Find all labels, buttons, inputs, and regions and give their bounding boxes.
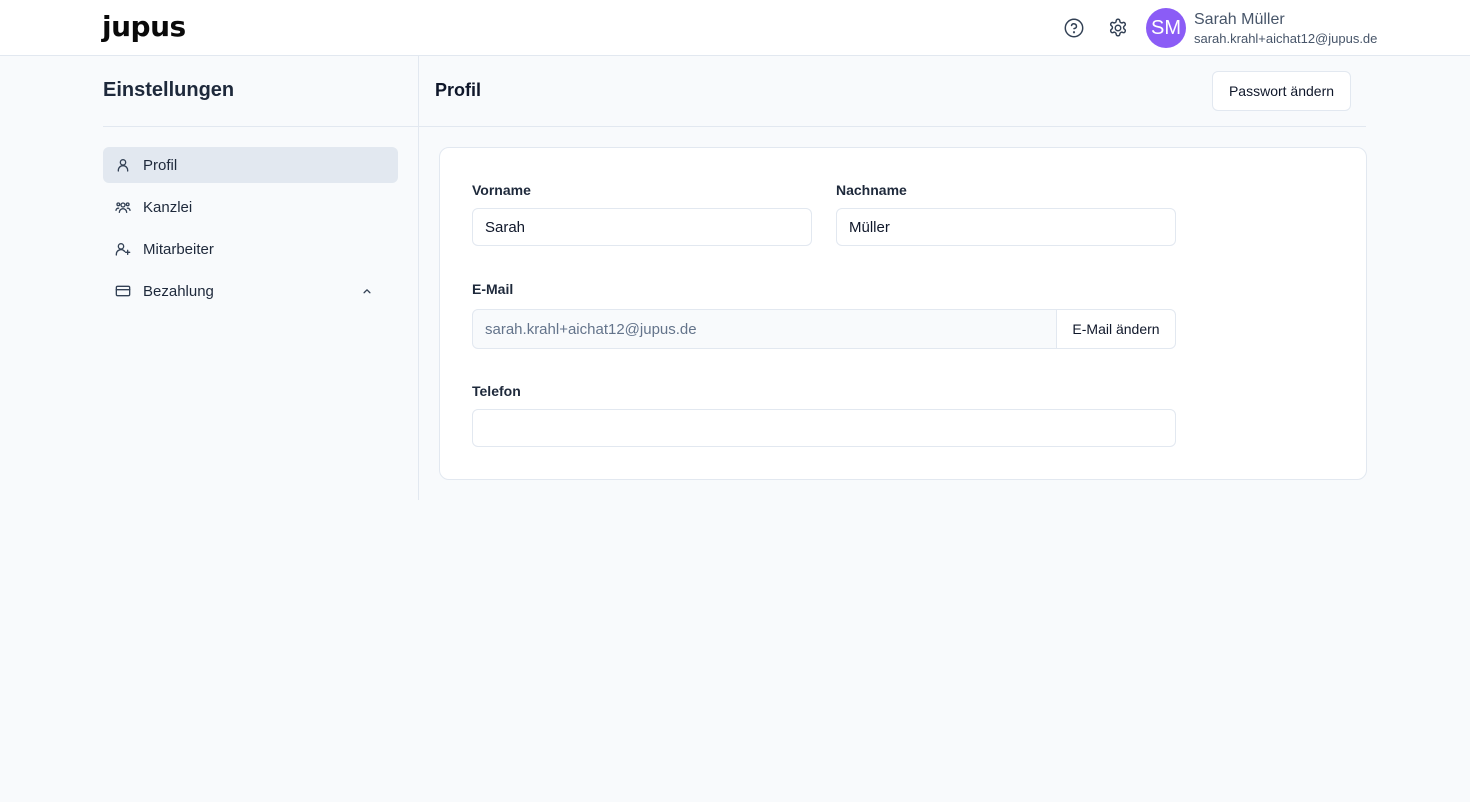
sidebar-item-label: Bezahlung <box>143 282 214 300</box>
user-email: sarah.krahl+aichat12@jupus.de <box>1194 31 1378 46</box>
credit-card-icon <box>115 285 131 297</box>
chevron-up-icon[interactable] <box>360 284 374 298</box>
gear-icon[interactable] <box>1106 16 1130 40</box>
last-name-label: Nachname <box>836 182 907 198</box>
user-name: Sarah Müller <box>1194 11 1285 28</box>
sidebar-item-label: Kanzlei <box>143 198 193 216</box>
help-circle-icon[interactable] <box>1062 16 1086 40</box>
last-name-input[interactable] <box>836 208 1176 246</box>
email-input[interactable] <box>472 309 1057 349</box>
phone-input[interactable] <box>472 409 1176 447</box>
email-label: E-Mail <box>472 281 514 297</box>
sidebar-title: Einstellungen <box>103 79 235 101</box>
user-icon <box>117 159 129 172</box>
page-title: Profil <box>435 80 482 100</box>
sidebar-item-profil[interactable]: Profil <box>103 147 398 183</box>
first-name-label: Vorname <box>472 182 531 198</box>
sidebar-item-kanzlei[interactable]: Kanzlei <box>103 189 398 225</box>
change-password-button[interactable]: Passwort ändern <box>1212 71 1351 111</box>
sidebar-divider <box>103 126 418 127</box>
users-group-icon <box>115 202 131 213</box>
avatar[interactable]: SM <box>1146 8 1186 48</box>
phone-label: Telefon <box>472 383 521 399</box>
user-plus-icon <box>115 243 131 256</box>
top-bar: jupus SM Sarah Müller sarah.krahl+aichat… <box>0 0 1470 56</box>
sidebar-item-label: Mitarbeiter <box>143 240 214 258</box>
main-divider <box>419 126 1366 127</box>
sidebar-item-label: Profil <box>143 156 178 174</box>
change-email-button[interactable]: E-Mail ändern <box>1056 309 1176 349</box>
first-name-input[interactable] <box>472 208 812 246</box>
sidebar-item-bezahlung[interactable]: Bezahlung <box>103 273 398 309</box>
vertical-divider <box>418 56 419 500</box>
sidebar-item-mitarbeiter[interactable]: Mitarbeiter <box>103 231 398 267</box>
app-logo[interactable]: jupus <box>102 10 186 43</box>
